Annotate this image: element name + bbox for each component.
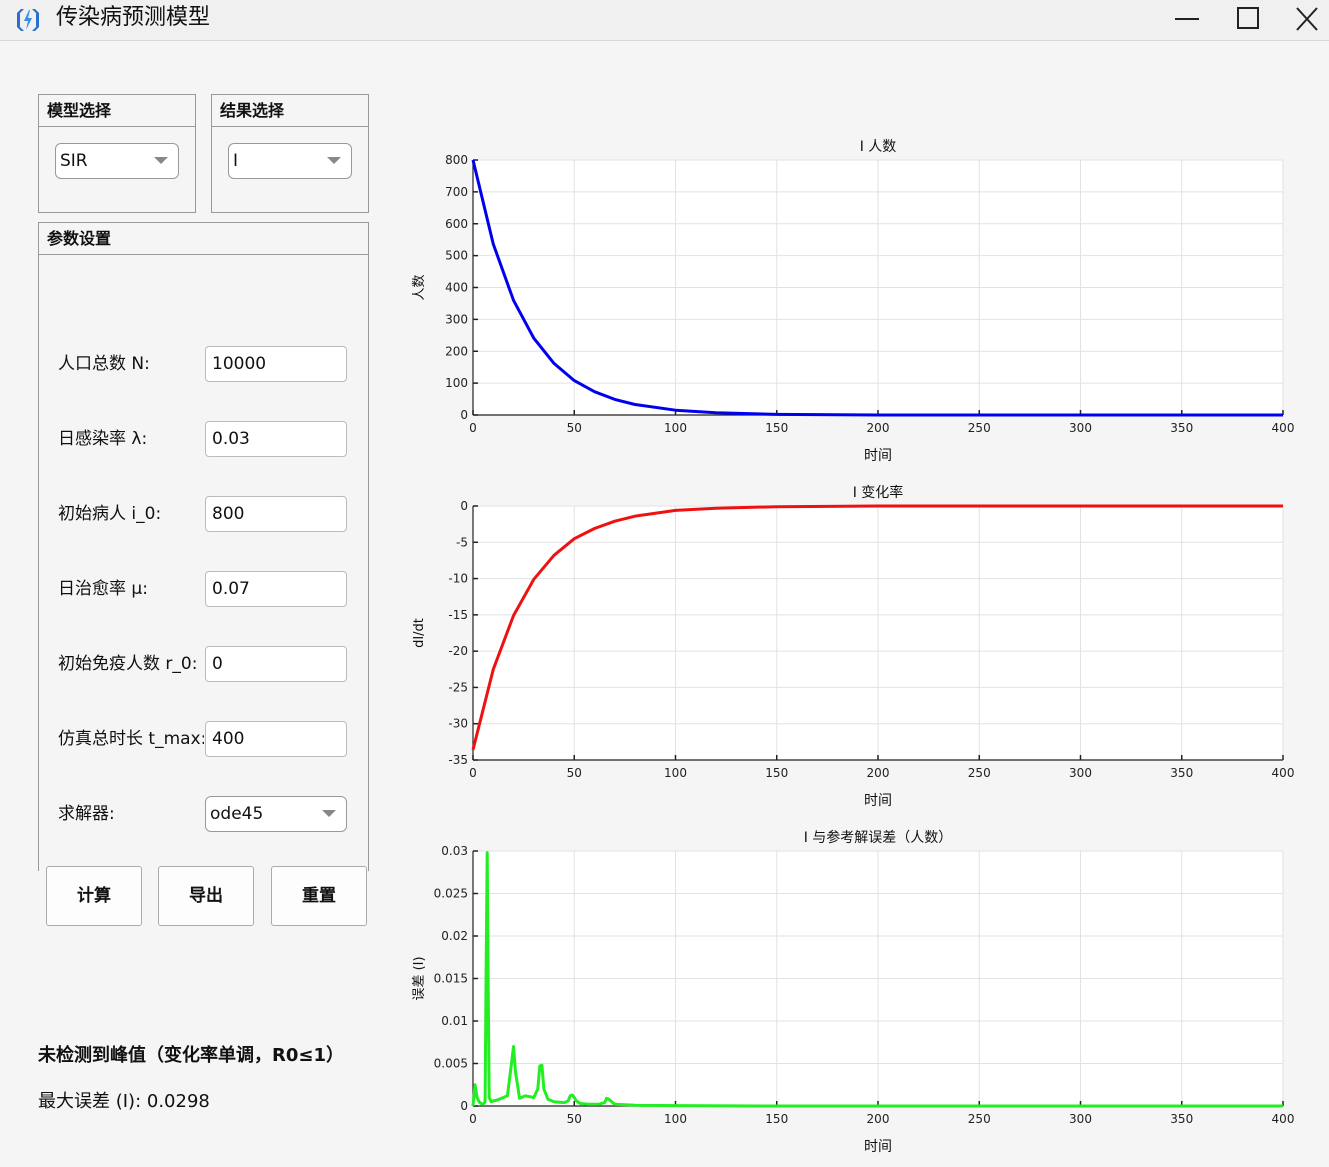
y-tick-label: -15 xyxy=(448,608,468,622)
x-tick-label: 150 xyxy=(765,1112,788,1126)
charts-area: 0 50 100 150 200 250 300 350 4000100200300400500… xyxy=(412,139,1294,1155)
x-tick-label: 300 xyxy=(1069,1112,1092,1126)
x-tick-label: 150 xyxy=(765,421,788,435)
x-axis-label: 时间 xyxy=(864,1139,892,1155)
x-tick-label: 0 xyxy=(469,766,477,780)
y-tick-label: 0 xyxy=(460,408,468,422)
x-tick-label: 250 xyxy=(968,1112,991,1126)
x-tick-label: 300 xyxy=(1069,421,1092,435)
x-tick-label: 50 xyxy=(567,766,582,780)
x-tick-label: 400 xyxy=(1272,766,1295,780)
y-tick-label: 0.03 xyxy=(441,844,468,858)
y-tick-label: 100 xyxy=(445,376,468,390)
y-tick-label: -20 xyxy=(448,644,468,658)
x-tick-label: 350 xyxy=(1170,766,1193,780)
x-tick-label: 200 xyxy=(867,1112,890,1126)
chart-title: I 变化率 xyxy=(853,484,904,501)
y-tick-label: 0.005 xyxy=(434,1057,468,1071)
x-tick-label: 0 xyxy=(469,421,477,435)
x-tick-label: 50 xyxy=(567,1112,582,1126)
y-tick-label: 800 xyxy=(445,153,468,167)
x-tick-label: 100 xyxy=(664,421,687,435)
x-tick-label: 350 xyxy=(1170,421,1193,435)
chart-2: 0 50 100 150 200 250 300 350 400 0 -5 -10 -15 -20 -25 -… xyxy=(412,484,1294,809)
y-axis-label: dI/dt xyxy=(412,618,427,648)
y-tick-label: 300 xyxy=(445,312,468,326)
x-tick-label: 300 xyxy=(1069,766,1092,780)
y-tick-label: 600 xyxy=(445,217,468,231)
x-tick-label: 400 xyxy=(1272,1112,1295,1126)
x-tick-label: 200 xyxy=(867,766,890,780)
y-axis-label: 误差 (I) xyxy=(412,956,427,1000)
y-tick-label: -35 xyxy=(448,753,468,767)
y-tick-label: -5 xyxy=(456,535,468,549)
chart-title: I 人数 xyxy=(860,139,897,155)
x-tick-label: 50 xyxy=(567,421,582,435)
x-axis-label: 时间 xyxy=(864,793,892,809)
y-tick-label: 0 xyxy=(460,499,468,513)
y-tick-label: 700 xyxy=(445,185,468,199)
y-tick-label: 0.02 xyxy=(441,929,468,943)
x-tick-label: 200 xyxy=(867,421,890,435)
y-axis-label: 人数 xyxy=(412,274,427,300)
x-tick-label: 400 xyxy=(1272,421,1295,435)
y-tick-label: -10 xyxy=(448,572,468,586)
x-tick-label: 150 xyxy=(765,766,788,780)
y-tick-label: 0.015 xyxy=(434,972,468,986)
x-axis-label: 时间 xyxy=(864,448,892,464)
y-tick-label: 0.025 xyxy=(434,887,468,901)
chart-3: 0 50 100 150 200 250 300 350 400 0 0.005 0.01 0.015 0… xyxy=(412,829,1294,1155)
y-tick-label: 200 xyxy=(445,344,468,358)
x-tick-label: 0 xyxy=(469,1112,477,1126)
chart-title: I 与参考解误差（人数） xyxy=(804,829,953,846)
y-tick-label: 0 xyxy=(460,1099,468,1113)
y-tick-label: 500 xyxy=(445,249,468,263)
x-tick-label: 250 xyxy=(968,421,991,435)
x-tick-label: 350 xyxy=(1170,1112,1193,1126)
y-tick-label: 0.01 xyxy=(441,1014,468,1028)
x-tick-label: 250 xyxy=(968,766,991,780)
y-tick-label: -30 xyxy=(448,717,468,731)
x-tick-label: 100 xyxy=(664,766,687,780)
y-tick-label: -25 xyxy=(448,680,468,694)
x-tick-label: 100 xyxy=(664,1112,687,1126)
y-tick-label: 400 xyxy=(445,281,468,295)
chart-1: 0 50 100 150 200 250 300 350 400 0 100 200 300 400 500… xyxy=(412,139,1294,464)
